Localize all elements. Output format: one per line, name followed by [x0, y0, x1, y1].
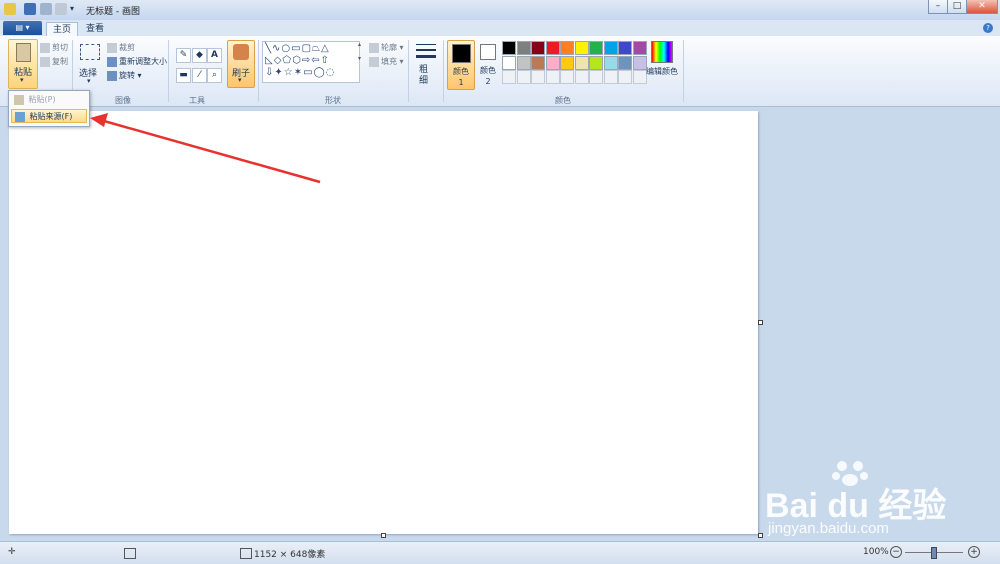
zoom-level: 100%	[863, 547, 889, 557]
zoom-slider-thumb[interactable]	[931, 547, 937, 559]
canvas-size-icon	[240, 548, 252, 559]
selection-size-icon	[124, 548, 136, 559]
watermark-url: jingyan.baidu.com	[768, 520, 889, 537]
baidu-watermark: Bai du 经验 jingyan.baidu.com	[760, 458, 1000, 548]
canvas-dimensions: 1152 × 648像素	[254, 550, 326, 560]
cursor-position-icon: ✛	[8, 547, 16, 557]
